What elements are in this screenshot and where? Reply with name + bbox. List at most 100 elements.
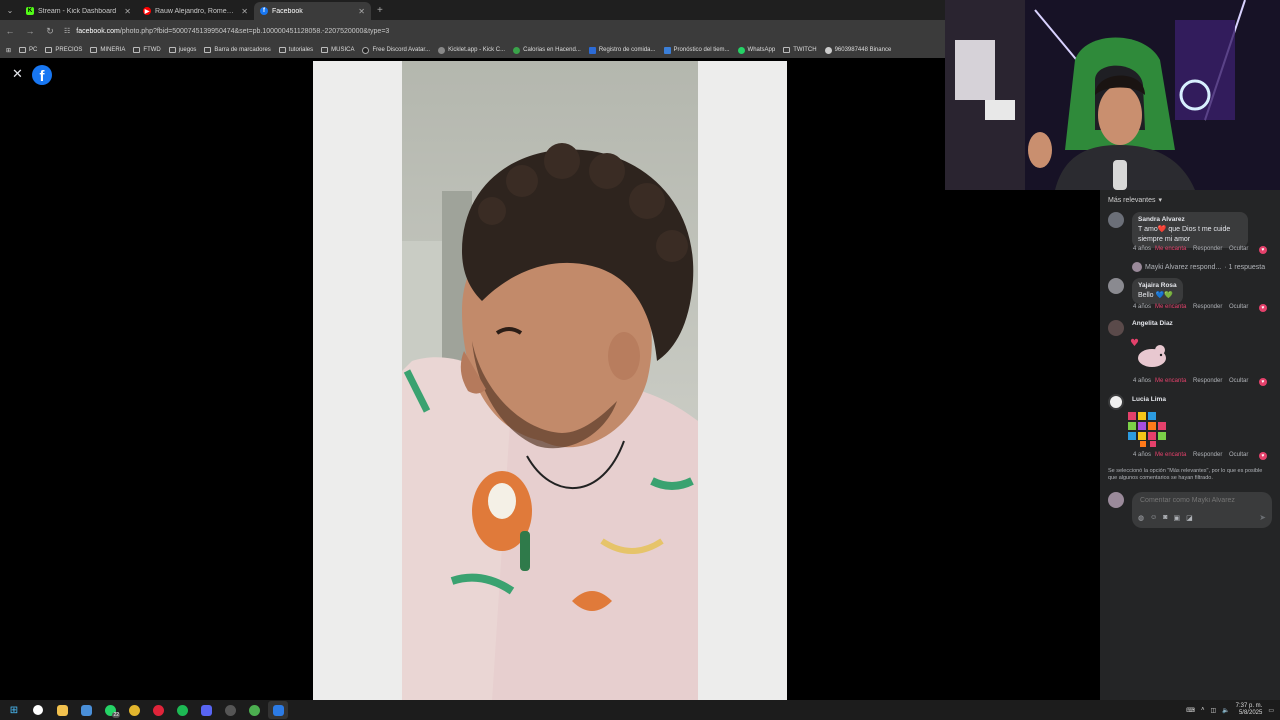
taskbar-app[interactable] bbox=[148, 701, 168, 719]
comment-author[interactable]: Yajaira Rosa bbox=[1138, 281, 1177, 291]
portrait-illustration bbox=[402, 61, 698, 701]
sort-dropdown[interactable]: Más relevantes ▾ bbox=[1108, 196, 1162, 205]
comment-author[interactable]: Lucia Lima bbox=[1132, 396, 1166, 403]
bookmark-folder[interactable]: PC bbox=[19, 47, 37, 53]
bookmark-folder[interactable]: PRECIOS bbox=[45, 47, 82, 53]
new-tab-button[interactable]: + bbox=[377, 5, 383, 16]
taskbar-app[interactable] bbox=[52, 701, 72, 719]
avatar[interactable] bbox=[1108, 394, 1124, 410]
hide-button[interactable]: Ocultar bbox=[1229, 304, 1259, 310]
bookmark-link[interactable]: 9603987448 Binance bbox=[824, 46, 891, 54]
taskbar-app[interactable] bbox=[76, 701, 96, 719]
hide-button[interactable]: Ocultar bbox=[1229, 378, 1259, 384]
bookmark-folder[interactable]: Barra de marcadores bbox=[204, 47, 271, 53]
bookmark-folder[interactable]: juegos bbox=[168, 47, 196, 53]
discord-icon bbox=[200, 704, 212, 716]
streamer-webcam bbox=[945, 0, 1280, 190]
tab-kick-dashboard[interactable]: K Stream - Kick Dashboard ✕ bbox=[20, 2, 137, 20]
file-explorer-icon bbox=[56, 704, 68, 716]
close-tab-icon[interactable]: ✕ bbox=[241, 7, 248, 16]
comment-age[interactable]: 4 años bbox=[1133, 452, 1155, 458]
avatar[interactable] bbox=[1108, 212, 1124, 228]
love-reaction-button[interactable]: Me encanta bbox=[1155, 378, 1193, 384]
chevron-up-icon[interactable]: ˄ bbox=[1201, 707, 1205, 713]
comment-actions: 4 años Me encanta Responder Ocultar ♥ bbox=[1133, 452, 1278, 460]
hide-button[interactable]: Ocultar bbox=[1229, 246, 1259, 252]
taskbar-app[interactable] bbox=[172, 701, 192, 719]
replies-count: · 1 respuesta bbox=[1224, 263, 1266, 271]
notifications-icon[interactable]: ▭ bbox=[1268, 707, 1274, 714]
comment-input[interactable] bbox=[1140, 497, 1260, 504]
bookmark-link[interactable]: Calorias en Hacend... bbox=[513, 46, 581, 54]
bookmark-link[interactable]: Free Discord Avatar... bbox=[362, 46, 430, 54]
comment-age[interactable]: 4 años bbox=[1133, 246, 1155, 252]
avatar[interactable] bbox=[1108, 320, 1124, 336]
taskbar-app[interactable] bbox=[196, 701, 216, 719]
comment-actions: 4 años Me encanta Responder Ocultar ♥ bbox=[1133, 246, 1278, 254]
heart-icon: ♥ bbox=[1259, 452, 1267, 460]
apps-icon[interactable]: ⊞ bbox=[6, 47, 11, 54]
comment-author[interactable]: Sandra Alvarez bbox=[1138, 215, 1242, 225]
obs-icon bbox=[33, 705, 43, 715]
avatar bbox=[1108, 492, 1124, 508]
sound-icon[interactable]: 🔈 bbox=[1222, 707, 1229, 714]
spotify-icon bbox=[176, 704, 188, 716]
reply-button[interactable]: Responder bbox=[1193, 304, 1229, 310]
bookmark-link[interactable]: WhatsApp bbox=[737, 46, 775, 54]
comment-age[interactable]: 4 años bbox=[1133, 378, 1155, 384]
forward-icon[interactable]: → bbox=[24, 26, 36, 36]
site-info-icon[interactable]: ☷ bbox=[64, 27, 70, 35]
bookmark-link[interactable]: Kicklet.app - Kick C... bbox=[438, 46, 505, 54]
love-reaction-button[interactable]: Me encanta bbox=[1155, 452, 1193, 458]
sticker-icon[interactable]: ◪ bbox=[1186, 514, 1193, 522]
view-replies-link[interactable]: Mayki Alvarez respond... · 1 respuesta bbox=[1132, 262, 1265, 272]
bookmark-folder[interactable]: MINERIA bbox=[90, 47, 125, 53]
binance-icon bbox=[824, 46, 832, 54]
avatar-sticker-icon[interactable]: ◍ bbox=[1138, 514, 1144, 522]
camera-icon[interactable]: ◙ bbox=[1163, 514, 1167, 522]
bookmark-folder[interactable]: MUSICA bbox=[321, 47, 354, 53]
comment-author[interactable]: Angelita Diaz bbox=[1132, 320, 1173, 327]
facebook-logo-icon[interactable]: f bbox=[32, 65, 52, 85]
taskbar-app[interactable] bbox=[268, 701, 288, 719]
love-reaction-button[interactable]: Me encanta bbox=[1155, 246, 1193, 252]
gif-icon[interactable]: ▣ bbox=[1174, 514, 1181, 522]
bookmark-link[interactable]: Pronóstico del tiem... bbox=[663, 46, 730, 54]
start-button[interactable]: ⊞ bbox=[4, 701, 24, 719]
weather-icon bbox=[663, 46, 671, 54]
close-icon[interactable]: ✕ bbox=[12, 66, 23, 82]
comment: Angelita Diaz ♥ 4 años Me encanta Respon… bbox=[1108, 320, 1278, 390]
back-icon[interactable]: ← bbox=[4, 26, 16, 36]
network-icon[interactable]: ◫ bbox=[1210, 707, 1216, 714]
love-reaction-button[interactable]: Me encanta bbox=[1155, 304, 1193, 310]
bookmark-link[interactable]: Registro de comida... bbox=[588, 46, 656, 54]
emoji-icon[interactable]: ☺ bbox=[1150, 514, 1157, 522]
close-tab-icon[interactable]: ✕ bbox=[358, 7, 365, 16]
avatar[interactable] bbox=[1108, 278, 1124, 294]
clock[interactable]: 7:37 p. m. 5/8/2025 bbox=[1236, 703, 1263, 717]
reply-button[interactable]: Responder bbox=[1193, 246, 1229, 252]
taskbar-app[interactable] bbox=[28, 701, 48, 719]
send-icon[interactable]: ➤ bbox=[1259, 513, 1266, 522]
hide-button[interactable]: Ocultar bbox=[1229, 452, 1259, 458]
taskbar-app[interactable] bbox=[124, 701, 144, 719]
bookmark-folder[interactable]: tutoriales bbox=[278, 47, 313, 53]
comment-age[interactable]: 4 años bbox=[1133, 304, 1155, 310]
svg-text:♥: ♥ bbox=[1130, 338, 1139, 349]
taskbar-app[interactable] bbox=[244, 701, 264, 719]
bookmark-folder[interactable]: TWITCH bbox=[783, 47, 817, 53]
close-tab-icon[interactable]: ✕ bbox=[124, 7, 131, 16]
tab-youtube-music[interactable]: ▶ Rauw Alejandro, Romeo Santos ✕ bbox=[137, 2, 254, 20]
reload-icon[interactable]: ↻ bbox=[44, 26, 56, 37]
bookmark-folder[interactable]: FTWD bbox=[133, 47, 161, 53]
tab-search-icon[interactable]: ⌄ bbox=[0, 0, 20, 20]
reply-button[interactable]: Responder bbox=[1193, 452, 1229, 458]
steam-icon bbox=[224, 704, 236, 716]
comment-bubble: Yajaira Rosa Bello 💙💚 bbox=[1132, 278, 1183, 304]
reply-button[interactable]: Responder bbox=[1193, 378, 1229, 384]
url-field[interactable]: ☷ facebook.com/photo.php?fbid=5000745139… bbox=[64, 23, 389, 39]
taskbar-app[interactable] bbox=[220, 701, 240, 719]
taskbar-app[interactable]: 22 bbox=[100, 701, 120, 719]
tab-facebook[interactable]: f Facebook ✕ bbox=[254, 2, 371, 20]
keyboard-icon[interactable]: ⌨ bbox=[1186, 707, 1195, 714]
